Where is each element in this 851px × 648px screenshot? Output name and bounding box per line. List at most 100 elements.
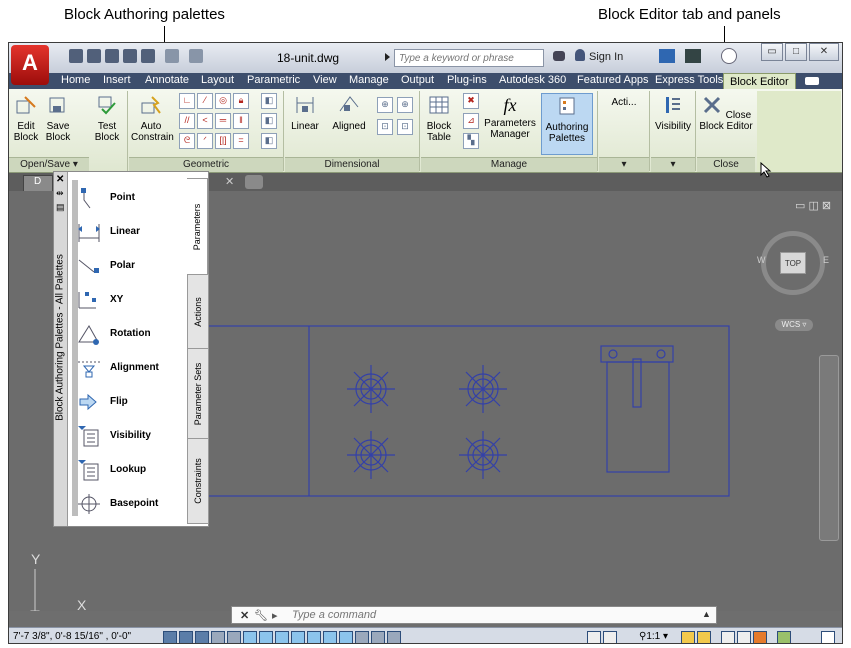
authoring-palettes-button[interactable]: Authoring Palettes — [541, 93, 593, 155]
angular-dim-icon[interactable]: ⊕ — [397, 97, 413, 113]
quick-properties-icon[interactable] — [355, 631, 369, 643]
tab-insert[interactable]: Insert — [103, 74, 131, 86]
action-parameters-button[interactable]: Acti... — [601, 97, 647, 108]
palette-title-strip[interactable]: ✕ ⇹ ▤ Block Authoring Palettes - All Pal… — [54, 172, 68, 526]
binoculars-icon[interactable] — [553, 51, 565, 61]
show-all-icon[interactable]: ◧ — [261, 113, 277, 129]
cmd-recent-icon[interactable]: ▸ — [272, 609, 278, 622]
undo-icon[interactable] — [165, 49, 179, 63]
symmetric-icon[interactable]: [|] — [215, 133, 231, 149]
tab-manage[interactable]: Manage — [349, 74, 389, 86]
auto-scale-icon[interactable] — [697, 631, 711, 643]
test-block-button[interactable]: Test Block — [93, 95, 121, 143]
panel-dimensional[interactable]: Dimensional — [285, 157, 419, 172]
perpendicular-icon[interactable]: < — [197, 113, 213, 129]
doc-tab[interactable]: D — [23, 175, 53, 191]
navigation-bar[interactable] — [819, 355, 839, 541]
visibility-button[interactable]: Visibility — [653, 95, 693, 132]
palette-tab-constraints[interactable]: Constraints — [187, 438, 209, 524]
new-tab-icon[interactable] — [245, 175, 263, 189]
coordinates-readout[interactable]: 7'-7 3/8", 0'-8 15/16" , 0'-0" — [13, 631, 131, 642]
tab-annotate[interactable]: Annotate — [145, 74, 189, 86]
maximize-button[interactable]: □ — [785, 43, 807, 61]
layout-icon[interactable] — [603, 631, 617, 643]
exchange-icon[interactable] — [659, 49, 675, 63]
coincident-icon[interactable]: ∟ — [179, 93, 195, 109]
save-block-button[interactable]: Save Block — [43, 95, 73, 143]
palette-tab-parameters[interactable]: Parameters — [187, 178, 208, 276]
panel-geometric[interactable]: Geometric — [129, 157, 283, 172]
delete-dim-icon[interactable]: ⊡ — [377, 119, 393, 135]
user-icon[interactable] — [575, 49, 585, 61]
dyn-icon[interactable] — [307, 631, 321, 643]
autodesk-icon[interactable] — [685, 49, 701, 63]
tangent-icon[interactable]: ᘓ — [179, 133, 195, 149]
snap-icon[interactable] — [179, 631, 193, 643]
tab-featured-apps[interactable]: Featured Apps — [577, 74, 649, 86]
vertical-icon[interactable]: ‖ — [233, 113, 249, 129]
isolate-objects-icon[interactable] — [777, 631, 791, 643]
ducs-icon[interactable] — [291, 631, 305, 643]
panel-action-parameters[interactable]: ▾ — [599, 157, 649, 172]
command-line[interactable]: ✕ 🔧︎ ▸ ▲ — [231, 606, 717, 624]
transparency-icon[interactable] — [339, 631, 353, 643]
save-icon[interactable] — [105, 49, 119, 63]
viewcube-west[interactable]: W — [757, 255, 766, 265]
tab-home[interactable]: Home — [61, 74, 90, 86]
help-icon[interactable] — [721, 48, 737, 64]
hardware-acceleration-icon[interactable] — [753, 631, 767, 643]
cmd-close-icon[interactable]: ✕ — [240, 609, 249, 622]
panel-visibility[interactable]: ▾ — [651, 157, 695, 172]
model-icon[interactable] — [587, 631, 601, 643]
annotation-monitor-icon[interactable] — [387, 631, 401, 643]
clean-screen-icon[interactable] — [821, 631, 835, 643]
lock-ui-icon[interactable] — [737, 631, 751, 643]
application-menu-button[interactable]: A — [11, 45, 49, 85]
annotation-scale[interactable]: ⚲1:1 ▾ — [639, 631, 668, 642]
lineweight-icon[interactable] — [323, 631, 337, 643]
workspace-icon[interactable] — [721, 631, 735, 643]
print-icon[interactable] — [141, 49, 155, 63]
selection-cycling-icon[interactable] — [371, 631, 385, 643]
new-icon[interactable] — [69, 49, 83, 63]
minimize-button[interactable]: ▭ — [761, 43, 783, 61]
open-icon[interactable] — [87, 49, 101, 63]
show-constraint-icon[interactable]: ◧ — [261, 93, 277, 109]
otrack-icon[interactable] — [275, 631, 289, 643]
polar-tracking-icon[interactable] — [227, 631, 241, 643]
annotation-visibility-icon[interactable] — [681, 631, 695, 643]
smooth-icon[interactable]: ᐟ — [197, 133, 213, 149]
linear-dim-button[interactable]: Linear — [289, 95, 321, 132]
fix-icon[interactable]: 🔒︎ — [233, 93, 249, 109]
attribute-definition-icon[interactable]: ⊿ — [463, 113, 479, 129]
panel-manage[interactable]: Manage — [421, 157, 597, 172]
concentric-icon[interactable]: ◎ — [215, 93, 231, 109]
equal-icon[interactable]: = — [233, 133, 249, 149]
collinear-icon[interactable]: ⁄ — [197, 93, 213, 109]
palette-tab-actions[interactable]: Actions — [187, 274, 209, 350]
viewcube-top[interactable]: TOP — [780, 252, 806, 274]
tab-parametric[interactable]: Parametric — [247, 74, 300, 86]
tab-block-editor[interactable]: Block Editor — [723, 73, 796, 90]
aligned-dim-button[interactable]: Aligned — [329, 95, 369, 132]
cmd-customize-icon[interactable]: 🔧︎ — [254, 609, 268, 622]
viewport-min-icon[interactable]: ▭ ◫ ⊠ — [795, 199, 831, 212]
grid-icon[interactable] — [195, 631, 209, 643]
tab-plugins[interactable]: Plug-ins — [447, 74, 487, 86]
keyword-search-input[interactable] — [394, 49, 544, 67]
block-table-button[interactable]: Block Table — [423, 95, 455, 143]
tab-view[interactable]: View — [313, 74, 337, 86]
horizontal-icon[interactable]: ═ — [215, 113, 231, 129]
doc-tab-close-icon[interactable]: ✕ — [225, 175, 234, 188]
convert-dim-icon[interactable]: ⊕ — [377, 97, 393, 113]
auto-constrain-button[interactable]: Auto Constrain — [131, 95, 174, 143]
search-arrow-icon[interactable] — [385, 53, 390, 61]
panel-open-save[interactable]: Open/Save ▾ — [9, 157, 89, 172]
parameters-manager-button[interactable]: fx Parameters Manager — [483, 95, 537, 140]
ortho-icon[interactable] — [211, 631, 225, 643]
wcs-menu[interactable]: WCS ▿ — [775, 319, 813, 331]
close-block-editor-button[interactable]: Close Block Editor — [699, 95, 753, 132]
saveas-icon[interactable] — [123, 49, 137, 63]
ribbon-options-icon[interactable] — [805, 77, 819, 85]
redo-icon[interactable] — [189, 49, 203, 63]
